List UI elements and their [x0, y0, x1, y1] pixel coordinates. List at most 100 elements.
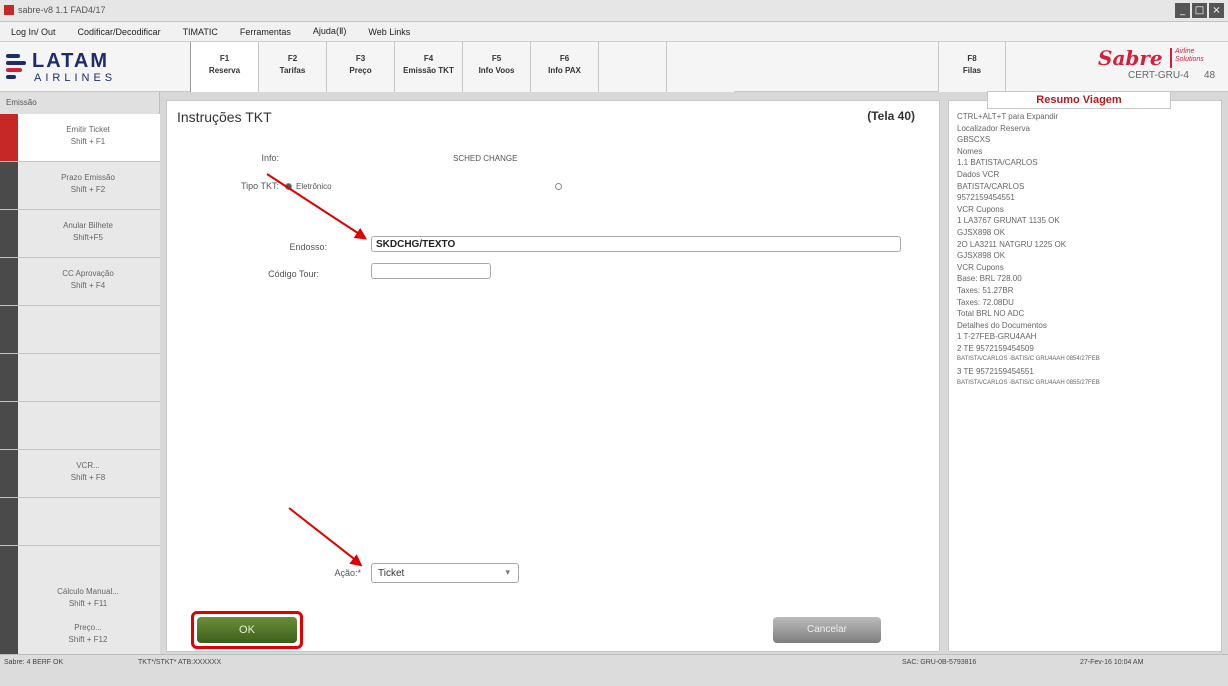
tab-label: Info Voos: [478, 66, 515, 75]
app-icon: [4, 5, 14, 15]
close-button[interactable]: ×: [1209, 3, 1224, 18]
summary-line: 2 TE 9572159454509: [957, 343, 1034, 353]
tab-key: F1: [219, 54, 230, 63]
summary-line: 9572159454551: [957, 193, 1015, 203]
info-value: SCHED CHANGE: [453, 154, 518, 163]
summary-line: 3 TE 9572159454551: [957, 367, 1034, 377]
tab-label: Reserva: [208, 66, 241, 75]
sabre-solutions: Airline Solutions: [1170, 48, 1214, 68]
tab-label: Preço: [349, 66, 372, 75]
summary-line: GJSX898 OK: [957, 227, 1006, 237]
radio-other[interactable]: [555, 182, 566, 191]
chevron-down-icon: ▾: [505, 567, 510, 577]
summary-line: BATISTA/CARLOS -BATIS/C GRU4AAH 0855/27F…: [957, 379, 1100, 386]
summary-line: Base: BRL 728.00: [957, 274, 1022, 284]
summary-line: Dados VCR: [957, 169, 1000, 179]
tab-label: Tarifas: [279, 66, 306, 75]
tab-emissao-tkt[interactable]: F4 Emissão TKT: [394, 42, 462, 92]
summary-line: Taxes: 51.27BR: [957, 285, 1014, 295]
nav-text: Anular Bilhete: [63, 221, 113, 230]
nav-text: Prazo Emissão: [61, 173, 115, 182]
nav-shortcut: Shift + F1: [70, 137, 106, 146]
ok-highlight-frame: [191, 611, 303, 649]
nav-label: Prazo Emissão Shift + F2: [26, 172, 150, 196]
nav-label: CC Aprovação Shift + F4: [26, 268, 150, 292]
menu-bar: Log In/ Out Codificar/Decodificar TIMATI…: [0, 22, 1228, 42]
nav-shortcut: Shift + F2: [70, 185, 106, 194]
ticket-instructions-panel: Instruções TKT (Tela 40) Info: SCHED CHA…: [166, 100, 940, 652]
summary-line: 2O LA3211 NATGRU 1225 OK: [957, 239, 1067, 249]
cert-label: CERT-GRU-4: [1128, 70, 1189, 81]
maximize-button[interactable]: □: [1192, 3, 1207, 18]
radio-empty-icon: [555, 183, 562, 191]
menu-ferramentas[interactable]: Ferramentas: [229, 27, 302, 37]
nav-cc-aprovacao[interactable]: CC Aprovação Shift + F4: [0, 258, 160, 306]
latam-logo: LATAM AIRLINES: [6, 46, 166, 88]
acao-selected: Ticket: [378, 568, 405, 579]
tab-key: F2: [287, 54, 298, 63]
summary-line: 1.1 BATISTA/CARLOS: [957, 158, 1038, 168]
nav-anular-bilhete[interactable]: Anular Bilhete Shift+F5: [0, 210, 160, 258]
acao-label: Ação:*: [334, 568, 361, 578]
summary-line: Taxes: 72.08DU: [957, 297, 1014, 307]
nav-emitir-ticket[interactable]: Emitir Ticket Shift + F1: [0, 114, 160, 162]
endosso-input[interactable]: SKDCHG/TEXTO: [371, 236, 901, 252]
tab-info-pax[interactable]: F6 Info PAX: [530, 42, 598, 92]
title-bar: sabre-v8 1.1 FAD4/17 _ □ ×: [0, 0, 1228, 22]
nav-prazo-emissao[interactable]: Prazo Emissão Shift + F2: [0, 162, 160, 210]
menu-web-links[interactable]: Web Links: [357, 27, 421, 37]
trip-summary-panel: Resumo Viagem CTRL+ALT+T para Expandir L…: [948, 91, 1222, 652]
tab-empty: [598, 42, 666, 92]
nav-vcr[interactable]: VCR... Shift + F8: [0, 450, 160, 498]
trip-summary-lines: CTRL+ALT+T para Expandir Localizador Res…: [957, 111, 1219, 389]
menu-codificar[interactable]: Codificar/Decodificar: [67, 27, 172, 37]
tab-tarifas[interactable]: F2 Tarifas: [258, 42, 326, 92]
nav-text: VCR...: [76, 461, 100, 470]
radio-label: Eletrônico: [296, 182, 332, 191]
tab-filas[interactable]: F8 Filas: [938, 42, 1006, 92]
tab-reserva[interactable]: F1 Reserva: [190, 42, 258, 92]
nav-label: Cálculo Manual... Shift + F11: [26, 586, 150, 610]
summary-line: 1 T-27FEB-GRU4AAH: [957, 332, 1037, 342]
minimize-button[interactable]: _: [1175, 3, 1190, 18]
tab-key: F6: [559, 54, 570, 63]
menu-ajuda[interactable]: Ajuda(Ⅱ): [302, 26, 357, 37]
tab-key: F5: [491, 54, 502, 63]
summary-line: GBSCXS: [957, 135, 991, 145]
summary-line: Localizador Reserva: [957, 123, 1030, 133]
tab-empty: [666, 42, 734, 92]
status-datetime: 27-Fev-16 10:04 AM: [1080, 659, 1144, 666]
nav-shortcut: Shift+F5: [72, 233, 103, 242]
cert-count: 48: [1204, 70, 1216, 81]
tab-label: Filas: [962, 66, 982, 75]
nav-empty: [0, 354, 160, 402]
nav-text: Preço...: [74, 623, 102, 632]
menu-login[interactable]: Log In/ Out: [0, 27, 67, 37]
nav-text: Emitir Ticket: [66, 125, 110, 134]
page-title: Instruções TKT: [177, 109, 272, 125]
summary-line: CTRL+ALT+T para Expandir: [957, 112, 1059, 121]
nav-label: Anular Bilhete Shift+F5: [26, 220, 150, 244]
menu-timatic[interactable]: TIMATIC: [172, 27, 229, 37]
codigo-tour-input[interactable]: [371, 263, 491, 279]
summary-line: Nomes: [957, 146, 983, 156]
nav-label: Emitir Ticket Shift + F1: [26, 124, 150, 148]
summary-line: GJSX898 OK: [957, 251, 1006, 261]
window-controls: _ □ ×: [1175, 3, 1224, 18]
status-bar: Sabre: 4 BERF OK TKT*/STKT* ATB:XXXXXX S…: [0, 654, 1228, 686]
sabre-logo: Sabre Airline Solutions CERT-GRU-4 48: [1098, 46, 1218, 88]
acao-select[interactable]: Ticket ▾: [371, 563, 519, 583]
cancel-button[interactable]: Cancelar: [773, 617, 881, 643]
tab-key: F3: [355, 54, 366, 63]
nav-section-title: Emissão: [6, 98, 37, 107]
tab-key: F4: [423, 54, 434, 63]
tab-info-voos[interactable]: F5 Info Voos: [462, 42, 530, 92]
status-left: Sabre: 4 BERF OK: [4, 659, 64, 666]
summary-line: 1 LA3767 GRUNAT 1135 OK: [957, 216, 1060, 226]
tab-preco[interactable]: F3 Preço: [326, 42, 394, 92]
nav-preco[interactable]: Preço... Shift + F12: [0, 612, 160, 660]
nav-text: Cálculo Manual...: [57, 587, 119, 596]
nav-text: CC Aprovação: [62, 269, 114, 278]
window-title: sabre-v8 1.1 FAD4/17: [18, 5, 106, 15]
info-label: Info:: [261, 153, 279, 163]
